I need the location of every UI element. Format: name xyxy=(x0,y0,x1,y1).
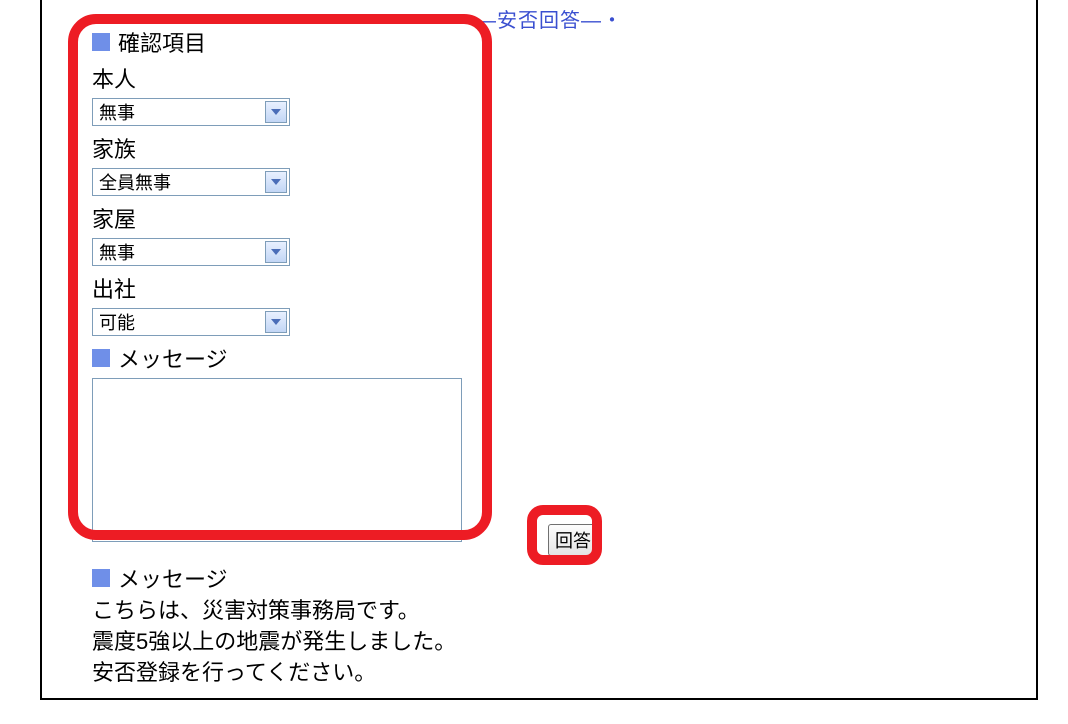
page-title: ・―安否回答―・ xyxy=(455,4,623,33)
info-header-label: メッセージ xyxy=(118,562,228,594)
family-label: 家族 xyxy=(92,132,472,164)
self-label: 本人 xyxy=(92,62,472,94)
message-input-header: メッセージ xyxy=(92,342,472,374)
info-line-3: 安否登録を行ってください。 xyxy=(92,658,592,689)
submit-button[interactable]: 回答 xyxy=(548,524,598,556)
main-content-panel: ・―安否回答―・ 確認項目 本人 無事 家族 全員無事 家屋 無事 出社 xyxy=(40,0,1038,700)
self-select[interactable]: 無事 xyxy=(92,98,290,126)
confirm-items-label: 確認項目 xyxy=(118,26,206,58)
attendance-label: 出社 xyxy=(92,272,472,304)
bullet-square-icon xyxy=(92,33,110,51)
safety-form: 確認項目 本人 無事 家族 全員無事 家屋 無事 出社 可能 xyxy=(92,26,472,548)
house-select[interactable]: 無事 xyxy=(92,238,290,266)
info-message-block: メッセージ こちらは、災害対策事務局です。 震度5強以上の地震が発生しました。 … xyxy=(92,562,592,688)
message-input-label: メッセージ xyxy=(118,342,228,374)
chevron-down-icon xyxy=(265,311,287,333)
info-line-1: こちらは、災害対策事務局です。 xyxy=(92,596,592,627)
house-select-value: 無事 xyxy=(99,239,135,265)
chevron-down-icon xyxy=(265,241,287,263)
house-label: 家屋 xyxy=(92,202,472,234)
attendance-select-value: 可能 xyxy=(99,309,135,335)
family-select-value: 全員無事 xyxy=(99,169,171,195)
attendance-select[interactable]: 可能 xyxy=(92,308,290,336)
family-select[interactable]: 全員無事 xyxy=(92,168,290,196)
chevron-down-icon xyxy=(265,171,287,193)
confirm-items-header: 確認項目 xyxy=(92,26,472,58)
bullet-square-icon xyxy=(92,349,110,367)
chevron-down-icon xyxy=(265,101,287,123)
info-line-2: 震度5強以上の地震が発生しました。 xyxy=(92,627,592,658)
bullet-square-icon xyxy=(92,569,110,587)
message-textarea[interactable] xyxy=(92,378,462,542)
self-select-value: 無事 xyxy=(99,99,135,125)
info-header: メッセージ xyxy=(92,562,592,594)
